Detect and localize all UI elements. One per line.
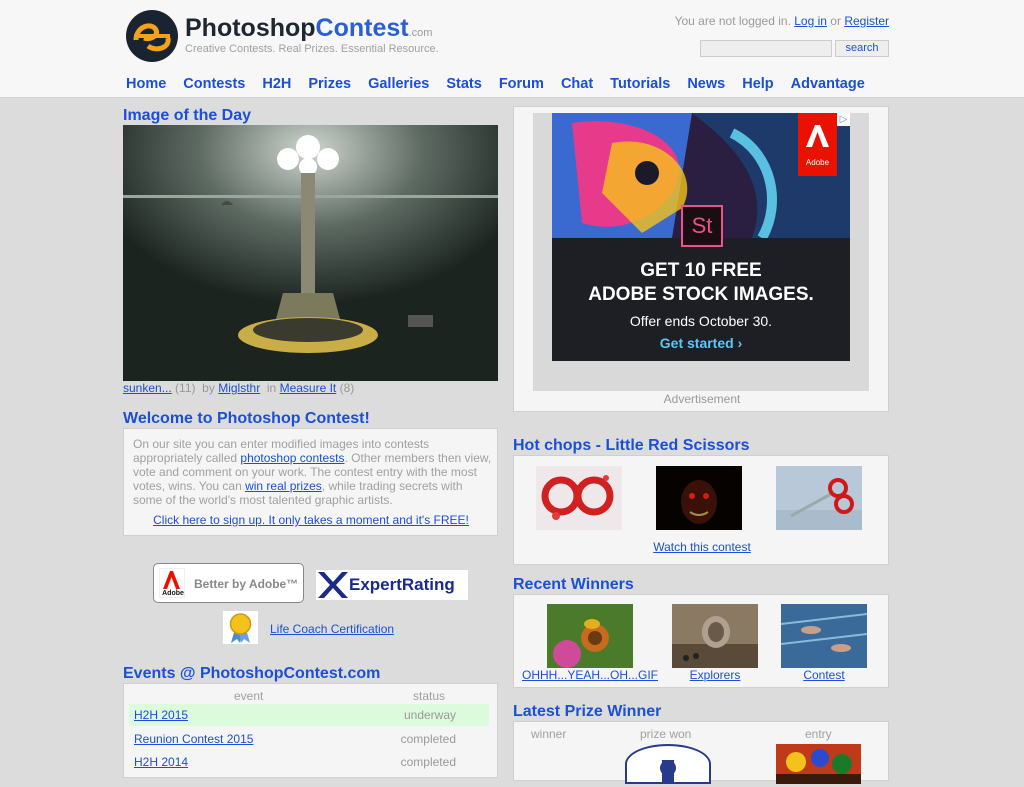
nav-galleries[interactable]: Galleries (368, 76, 429, 92)
hotchops-title: Hot chops - Little Red Scissors (513, 437, 750, 454)
signup-link[interactable]: Click here to sign up. It only takes a m… (153, 513, 469, 527)
ad-label: Advertisement (663, 392, 741, 406)
ad-box: Adobe ▷ St GET 10 FREE ADOBE STOCK IMAGE… (513, 106, 889, 412)
nav-h2h[interactable]: H2H (262, 76, 291, 92)
register-link[interactable]: Register (844, 14, 889, 28)
latest-prize-title: Latest Prize Winner (513, 703, 662, 720)
welcome-box: On our site you can enter modified image… (123, 428, 498, 536)
event-status: completed (400, 732, 456, 746)
award-ribbon-icon (223, 611, 258, 644)
iotd-caption: sunken... (11) by Miglsthr in Measure It… (123, 381, 355, 395)
events-col-event: event (234, 689, 264, 703)
ad-close-icon[interactable]: ▷ (837, 113, 850, 126)
adobe-stock-ad[interactable]: Adobe ▷ St GET 10 FREE ADOBE STOCK IMAGE… (552, 113, 850, 361)
prize-col-prize: prize won (640, 727, 692, 741)
ad-adobe-logo-icon: Adobe (798, 113, 837, 176)
win-real-prizes-link[interactable]: win real prizes (245, 479, 322, 493)
winner-link[interactable]: Explorers (690, 668, 741, 682)
event-link[interactable]: H2H 2015 (134, 708, 188, 722)
hotchop-thumb[interactable] (656, 466, 742, 530)
main-nav: Home Contests H2H Prizes Galleries Stats… (126, 76, 882, 92)
prize-entry-thumb[interactable] (776, 744, 861, 784)
watch-contest-link[interactable]: Watch this contest (653, 540, 751, 554)
adobe-stock-st-icon: St (681, 205, 723, 247)
site-header: PhotoshopContest.com Creative Contests. … (0, 0, 1024, 98)
expertrating-logo[interactable]: ExpertRating (316, 570, 468, 600)
event-row: H2H 2014 completed (129, 751, 489, 773)
winner-link[interactable]: OHHH...YEAH...OH...GIF (522, 668, 658, 682)
nav-forum[interactable]: Forum (499, 76, 544, 92)
prize-badge-icon (625, 744, 711, 784)
winner-thumb[interactable] (672, 604, 758, 668)
iotd-author-link[interactable]: Miglsthr (218, 381, 260, 395)
better-by-adobe-badge[interactable]: Adobe Better by Adobe™ (153, 563, 304, 603)
iotd-contest-link[interactable]: Measure It (280, 381, 337, 395)
ad-offer: Offer ends October 30. (629, 313, 773, 329)
winner-thumb[interactable] (547, 604, 633, 668)
search-input[interactable] (700, 40, 832, 57)
hotchop-thumb[interactable] (536, 466, 622, 530)
hotchops-box: Watch this contest (513, 455, 889, 565)
events-box: event status H2H 2015 underway Reunion C… (123, 683, 498, 778)
logo-icon[interactable] (126, 10, 178, 62)
login-link[interactable]: Log in (794, 14, 827, 28)
site-tagline: Creative Contests. Real Prizes. Essentia… (185, 43, 439, 55)
life-coach-link[interactable]: Life Coach Certification (270, 622, 394, 636)
event-link[interactable]: Reunion Contest 2015 (134, 732, 253, 746)
prize-col-winner: winner (531, 727, 567, 741)
ad-cta-button[interactable]: Get started › (552, 335, 850, 351)
winner-link[interactable]: Contest (803, 668, 844, 682)
latest-prize-box: winner prize won entry (513, 721, 889, 784)
site-logo-text[interactable]: PhotoshopContest.com (185, 14, 432, 43)
hotchop-thumb[interactable] (776, 466, 862, 530)
nav-stats[interactable]: Stats (446, 76, 481, 92)
nav-chat[interactable]: Chat (561, 76, 593, 92)
event-row: Reunion Contest 2015 completed (129, 728, 489, 750)
ad-headline-2: ADOBE STOCK IMAGES. (588, 284, 814, 305)
event-link[interactable]: H2H 2014 (134, 755, 188, 769)
expertrating-x-icon (318, 572, 348, 598)
nav-contests[interactable]: Contests (183, 76, 245, 92)
iotd-title: Image of the Day (123, 107, 252, 124)
adobe-logo-icon: Adobe (159, 568, 185, 598)
nav-home[interactable]: Home (126, 76, 166, 92)
recent-winners-box: OHHH...YEAH...OH...GIF Explorers Contest (513, 594, 889, 688)
iotd-image[interactable] (123, 125, 498, 381)
login-status: You are not logged in. Log in or Registe… (674, 14, 889, 28)
welcome-title: Welcome to Photoshop Contest! (123, 410, 370, 427)
iotd-entry-link[interactable]: sunken... (123, 381, 172, 395)
nav-advantage[interactable]: Advantage (791, 76, 865, 92)
event-status: underway (403, 708, 456, 722)
photoshop-contests-link[interactable]: photoshop contests (240, 451, 344, 465)
event-status: completed (400, 755, 456, 769)
nav-help[interactable]: Help (742, 76, 773, 92)
nav-news[interactable]: News (687, 76, 725, 92)
prize-col-entry: entry (805, 727, 832, 741)
recent-winners-title: Recent Winners (513, 576, 634, 593)
events-title: Events @ PhotoshopContest.com (123, 665, 381, 682)
welcome-text: On our site you can enter modified image… (133, 437, 492, 507)
search-button[interactable]: search (835, 40, 889, 57)
nav-tutorials[interactable]: Tutorials (610, 76, 670, 92)
events-col-status: status (413, 689, 446, 703)
ad-headline-1: GET 10 FREE (640, 260, 762, 281)
winner-thumb[interactable] (781, 604, 867, 668)
event-row: H2H 2015 underway (129, 704, 489, 726)
nav-prizes[interactable]: Prizes (308, 76, 351, 92)
